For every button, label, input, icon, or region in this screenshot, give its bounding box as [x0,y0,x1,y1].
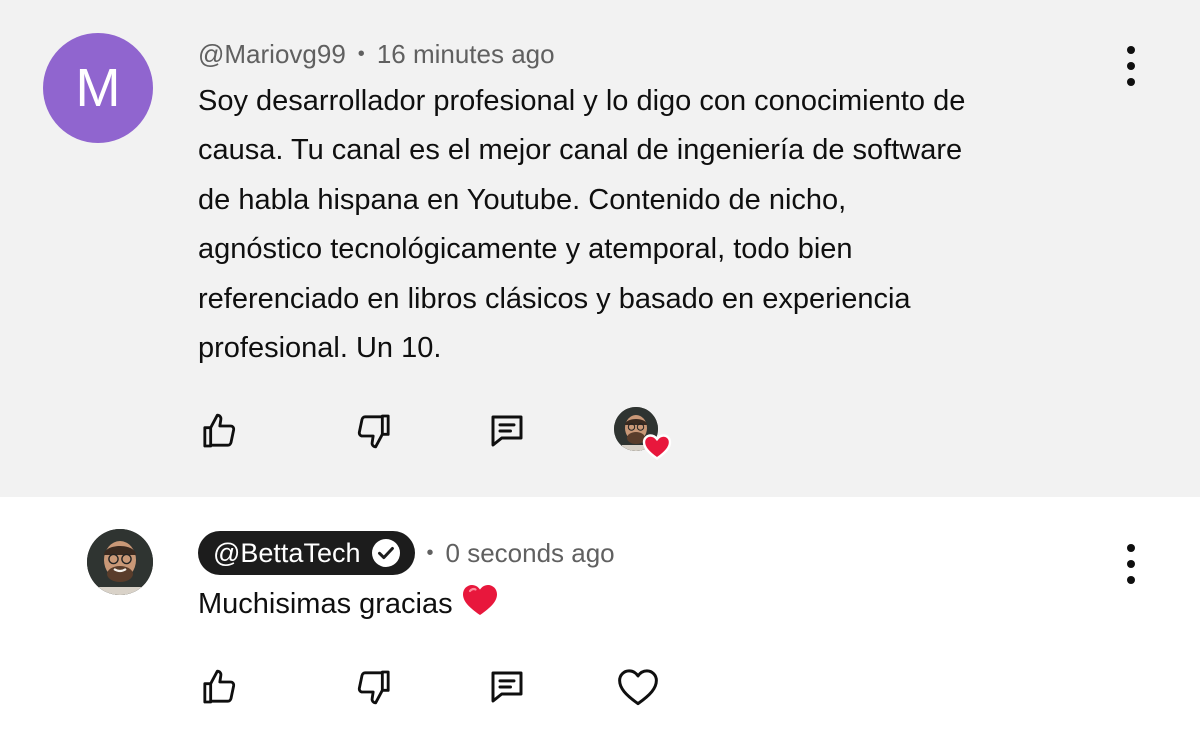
thumbs-up-icon [203,413,236,448]
reply-icon [491,671,523,703]
red-heart-emoji [461,583,499,633]
thumbs-up-icon [203,669,236,704]
heart-badge-icon [642,434,672,460]
dislike-button[interactable] [351,664,397,710]
creator-heart-button[interactable] [615,664,661,710]
dislike-button[interactable] [351,408,397,454]
comment-text-line: Muchisimas gracias [198,588,453,620]
heart-outline-icon [618,669,658,706]
timestamp[interactable]: 0 seconds ago [446,538,615,569]
comment-text-line: causa. Tu canal es el mejor canal de ing… [198,134,963,167]
comment-text: Muchisimas gracias [198,580,1128,633]
comment-meta: @BettaTech • 0 seconds ago [198,530,615,576]
comment-text: Soy desarrollador profesional y lo digo … [198,77,1128,373]
like-button[interactable] [196,408,242,454]
comment-text-line: Soy desarrollador profesional y lo digo … [198,85,966,117]
thumbs-down-icon [357,670,390,705]
timestamp[interactable]: 16 minutes ago [377,39,555,70]
avatar[interactable]: M [43,33,153,143]
author-handle[interactable]: @Mariovg99 [198,39,346,70]
comment-highlighted: M @Mariovg99 • 16 minutes ago Soy desarr… [0,0,1200,497]
comment-text-line: referenciado en libros clásicos y basado… [198,282,911,315]
author-handle: @BettaTech [213,537,361,568]
comment-text-line: profesional. Un 10. [198,332,442,365]
more-options-icon[interactable] [1121,544,1141,584]
comment-text-line: de habla hispana en Youtube. Contenido d… [198,183,847,216]
red-heart-icon [462,585,497,615]
reply-button[interactable] [484,664,530,710]
reply-button[interactable] [484,408,530,454]
avatar[interactable] [87,529,153,595]
comment-text-line: agnóstico tecnológicamente y atemporal, … [198,233,853,266]
meta-separator: • [357,42,365,65]
creator-handle-chip[interactable]: @BettaTech [198,531,415,575]
creator-heart [614,407,676,463]
thumbs-down-icon [357,414,390,449]
reply-icon [491,415,523,447]
verified-check-icon [371,539,400,567]
like-button[interactable] [196,664,242,710]
meta-separator: • [426,541,434,564]
comment-meta: @Mariovg99 • 16 minutes ago [198,36,555,72]
